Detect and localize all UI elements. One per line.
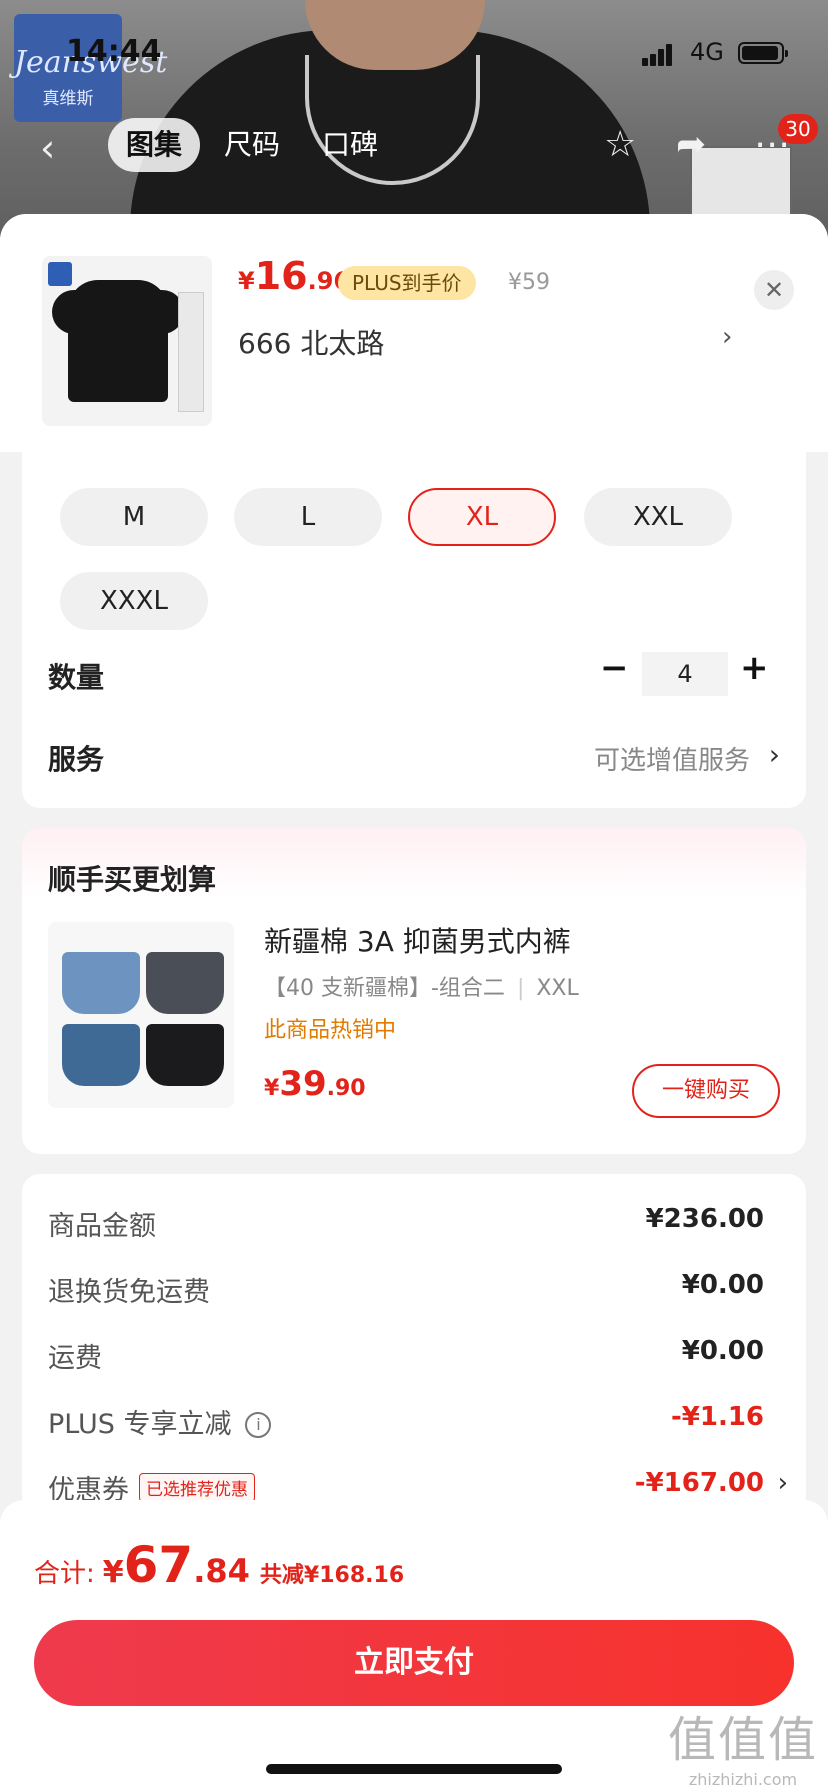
quantity-increase-button[interactable]: + <box>740 648 769 688</box>
upsell-price: ¥39.90 <box>264 1064 366 1104</box>
size-option-xxl[interactable]: XXL <box>584 488 732 546</box>
upsell-product-image[interactable] <box>48 922 234 1108</box>
product-thumbnail <box>42 256 212 426</box>
product-summary: ¥16.96 PLUS到手价 ¥59 666 北太路 › ✕ <box>0 214 828 452</box>
info-icon[interactable]: i <box>245 1412 272 1438</box>
summary-value: ¥0.00 <box>681 1270 764 1300</box>
summary-row-shipping: 运费 ¥0.00 <box>48 1336 764 1376</box>
media-tabs: 图集 尺码 口碑 <box>108 118 402 172</box>
summary-label: 运费 <box>48 1343 102 1374</box>
quantity-label: 数量 <box>48 661 105 694</box>
upsell-product-name[interactable]: 新疆棉 3A 抑菌男式内裤 <box>264 920 571 960</box>
summary-label: 退换货免运费 <box>48 1277 210 1308</box>
upsell-card: 顺手买更划算 新疆棉 3A 抑菌男式内裤 【40 支新疆棉】-组合二 | XXL 此… <box>22 828 806 1154</box>
signal-icon <box>642 44 674 66</box>
original-price: ¥59 <box>508 270 550 295</box>
battery-icon <box>738 42 788 64</box>
size-option-l[interactable]: L <box>234 488 382 546</box>
pay-now-button[interactable]: 立即支付 <box>34 1620 794 1706</box>
summary-value: ¥0.00 <box>681 1336 764 1366</box>
summary-value: -¥1.16 <box>670 1402 764 1432</box>
upsell-title: 顺手买更划算 <box>48 863 217 896</box>
status-bar: 14:44 4G <box>0 0 828 100</box>
coupon-chevron-icon[interactable]: › <box>778 1468 788 1498</box>
close-sheet-button[interactable]: ✕ <box>754 270 794 310</box>
site-watermark: 值值值 zhizhizhi.com <box>667 1712 818 1789</box>
service-chevron-icon[interactable]: › <box>769 738 780 771</box>
plus-price-tag: PLUS到手价 <box>338 266 476 300</box>
share-icon[interactable]: ➦ <box>676 124 706 165</box>
service-label: 服务 <box>48 743 105 776</box>
summary-label: PLUS 专享立减 i <box>48 1402 272 1441</box>
summary-value: -¥167.00 <box>634 1468 764 1498</box>
quantity-input[interactable]: 4 <box>642 652 728 696</box>
top-nav: ‹ 图集 尺码 口碑 ☆ ➦ ⋯ 30 <box>0 110 828 226</box>
favorite-star-icon[interactable]: ☆ <box>604 124 636 165</box>
upsell-product-spec: 【40 支新疆棉】-组合二 | XXL <box>264 976 579 1001</box>
size-option-xl-selected[interactable]: XL <box>408 488 556 546</box>
address-chevron-icon[interactable]: › <box>722 322 732 352</box>
service-value[interactable]: 可选增值服务 <box>594 740 750 777</box>
one-click-buy-button[interactable]: 一键购买 <box>632 1064 780 1118</box>
spec-selection-card: M L XL XXL XXXL 数量 − 4 + 服务 可选增值服务 › <box>22 452 806 808</box>
delivery-address[interactable]: 666 北太路 <box>238 322 384 362</box>
cart-count-badge: 30 <box>778 114 818 144</box>
size-option-xxxl[interactable]: XXXL <box>60 572 208 630</box>
summary-row-plus-discount: PLUS 专享立减 i -¥1.16 <box>48 1402 764 1442</box>
status-time: 14:44 <box>66 34 162 69</box>
order-summary-card: 商品金额 ¥236.00 退换货免运费 ¥0.00 运费 ¥0.00 PLUS … <box>22 1174 806 1514</box>
tab-reviews[interactable]: 口碑 <box>304 118 396 172</box>
tab-size[interactable]: 尺码 <box>206 118 298 172</box>
tab-gallery[interactable]: 图集 <box>108 118 201 172</box>
summary-label: 商品金额 <box>48 1211 156 1242</box>
home-indicator[interactable] <box>266 1764 562 1774</box>
summary-row-goods: 商品金额 ¥236.00 <box>48 1204 764 1244</box>
product-price: ¥16.96 <box>238 254 351 298</box>
quantity-decrease-button[interactable]: − <box>600 648 629 688</box>
size-option-m[interactable]: M <box>60 488 208 546</box>
back-icon[interactable]: ‹ <box>40 126 55 170</box>
summary-row-return-shipping: 退换货免运费 ¥0.00 <box>48 1270 764 1310</box>
summary-value: ¥236.00 <box>645 1204 764 1234</box>
coupon-recommended-tag: 已选推荐优惠 <box>139 1473 255 1502</box>
upsell-hot-status: 此商品热销中 <box>264 1018 397 1043</box>
order-total: 合计: ¥67.84 共减¥168.16 <box>34 1536 405 1594</box>
network-type: 4G <box>690 38 724 66</box>
